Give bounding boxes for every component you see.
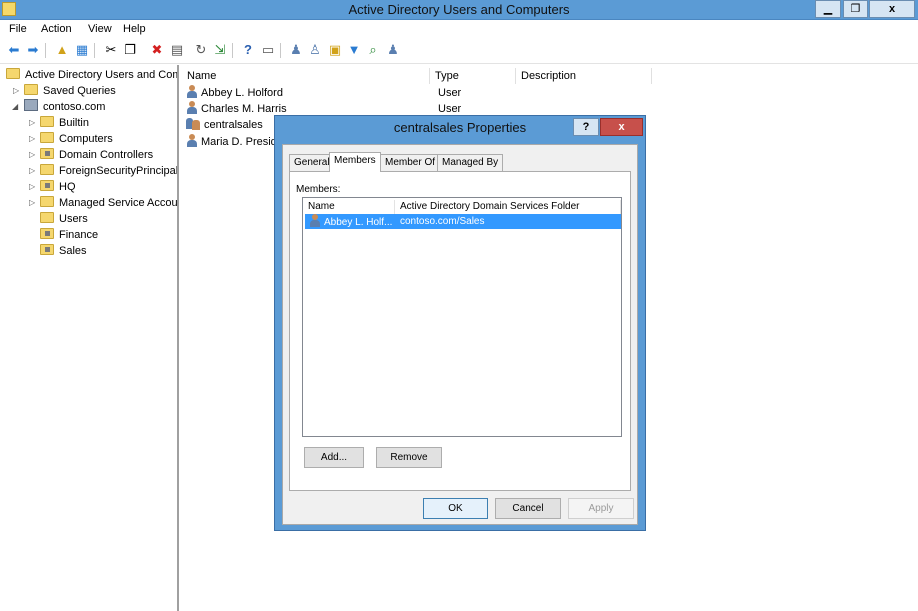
expander-icon[interactable]: ▷ xyxy=(13,83,23,99)
folder-icon xyxy=(40,196,54,207)
properties-dialog: centralsales Properties ? x General Memb… xyxy=(274,115,646,531)
delete-icon[interactable]: ✖ xyxy=(149,42,165,58)
cut-icon[interactable]: ✂ xyxy=(103,42,119,58)
copy-icon[interactable]: ❐ xyxy=(122,42,138,58)
ou-icon xyxy=(40,148,54,159)
up-icon[interactable]: ▲ xyxy=(54,42,70,58)
properties-icon[interactable]: ▤ xyxy=(169,42,185,58)
folder-icon xyxy=(40,132,54,143)
list-item[interactable]: Maria D. Preside xyxy=(186,134,283,151)
cancel-button[interactable]: Cancel xyxy=(495,498,561,519)
export-icon[interactable]: ⇲ xyxy=(212,42,228,58)
find-icon[interactable]: ⌕ xyxy=(365,42,381,58)
menu-help[interactable]: Help xyxy=(123,23,146,35)
folder-icon xyxy=(40,212,54,223)
members-column-name[interactable]: Name xyxy=(303,200,395,214)
new-ou-icon[interactable]: ▣ xyxy=(327,42,343,58)
domain-icon xyxy=(24,99,38,111)
back-icon[interactable]: ⬅ xyxy=(6,42,22,58)
tree-item-sales[interactable]: Sales xyxy=(0,243,87,259)
tab-managed-by[interactable]: Managed By xyxy=(437,154,504,171)
folder-icon xyxy=(40,116,54,127)
tree-item-managed-service-accounts[interactable]: ▷ Managed Service Accour xyxy=(0,195,177,211)
forward-icon[interactable]: ➡ xyxy=(25,42,41,58)
help-icon[interactable]: ? xyxy=(240,42,256,58)
tree-item-computers[interactable]: ▷ Computers xyxy=(0,131,113,147)
ou-icon xyxy=(40,228,54,239)
add-button[interactable]: Add... xyxy=(304,447,364,468)
column-header-description[interactable]: Description xyxy=(516,68,652,84)
show-hide-tree-icon[interactable]: ▦ xyxy=(74,42,90,58)
window-title: Active Directory Users and Computers xyxy=(348,2,570,17)
menu-action[interactable]: Action xyxy=(41,23,72,35)
ou-icon xyxy=(40,180,54,191)
column-header-type[interactable]: Type xyxy=(430,68,516,84)
user-icon xyxy=(186,101,197,114)
list-item[interactable]: Abbey L. Holford User xyxy=(186,85,461,102)
user-icon xyxy=(309,214,320,227)
title-bar: Active Directory Users and Computers ▁ ❐… xyxy=(0,0,918,20)
dialog-body: General Members Member Of Managed By Mem… xyxy=(282,144,638,525)
minimize-button[interactable]: ▁ xyxy=(815,0,841,18)
list-item[interactable]: centralsales xyxy=(186,117,263,134)
tree-item-hq[interactable]: ▷ HQ xyxy=(0,179,76,195)
tree-item-users[interactable]: Users xyxy=(0,211,88,227)
help-button[interactable]: ? xyxy=(573,118,599,136)
tab-members[interactable]: Members xyxy=(329,152,381,172)
members-label: Members: xyxy=(296,184,341,195)
tree-item-saved-queries[interactable]: ▷ Saved Queries xyxy=(0,83,116,99)
new-user-icon[interactable]: ♟ xyxy=(288,42,304,58)
tree-item-contoso[interactable]: ◢ contoso.com xyxy=(0,99,105,115)
expander-icon[interactable]: ▷ xyxy=(29,131,39,147)
toolbar: ⬅ ➡ ▲ ▦ ✂ ❐ ✖ ▤ ↻ ⇲ ? ▭ ♟ ♙ ▣ ▼ ⌕ ♟ xyxy=(0,38,918,64)
ok-button[interactable]: OK xyxy=(423,498,488,519)
tab-member-of[interactable]: Member Of xyxy=(380,154,441,171)
expander-icon[interactable]: ▷ xyxy=(29,147,39,163)
folder-icon xyxy=(24,84,38,95)
apply-button[interactable]: Apply xyxy=(568,498,634,519)
list-item[interactable]: Charles M. Harris User xyxy=(186,101,461,118)
group-icon xyxy=(186,117,201,130)
member-row[interactable]: Abbey L. Holf... contoso.com/Sales xyxy=(305,214,621,229)
collapser-icon[interactable]: ◢ xyxy=(12,99,22,115)
tree-item-finance[interactable]: Finance xyxy=(0,227,98,243)
dialog-close-button[interactable]: x xyxy=(600,118,643,136)
new-group-icon[interactable]: ♙ xyxy=(307,42,323,58)
refresh-icon[interactable]: ↻ xyxy=(193,42,209,58)
snapin-icon xyxy=(6,68,20,79)
column-header-name[interactable]: Name xyxy=(182,68,430,84)
console-icon[interactable]: ▭ xyxy=(260,42,276,58)
menu-file[interactable]: File xyxy=(9,23,27,35)
user-icon xyxy=(186,134,197,147)
console-tree[interactable]: Active Directory Users and Com ▷ Saved Q… xyxy=(0,65,178,611)
ou-icon xyxy=(40,244,54,255)
menu-bar: File Action View Help xyxy=(0,20,918,38)
folder-icon xyxy=(40,164,54,175)
members-list[interactable]: Name Active Directory Domain Services Fo… xyxy=(302,197,622,437)
close-button[interactable]: x xyxy=(869,0,915,18)
remove-button[interactable]: Remove xyxy=(376,447,442,468)
tree-root[interactable]: Active Directory Users and Com xyxy=(6,67,177,83)
tree-item-foreign-security-principals[interactable]: ▷ ForeignSecurityPrincipals xyxy=(0,163,177,179)
menu-view[interactable]: View xyxy=(88,23,112,35)
tab-general[interactable]: General xyxy=(289,154,335,171)
members-column-folder[interactable]: Active Directory Domain Services Folder xyxy=(395,200,621,214)
expander-icon[interactable]: ▷ xyxy=(29,195,39,211)
filter-icon[interactable]: ▼ xyxy=(346,42,362,58)
expander-icon[interactable]: ▷ xyxy=(29,115,39,131)
user-icon xyxy=(186,85,197,98)
expander-icon[interactable]: ▷ xyxy=(29,179,39,195)
add-to-group-icon[interactable]: ♟ xyxy=(385,42,401,58)
tree-item-domain-controllers[interactable]: ▷ Domain Controllers xyxy=(0,147,153,163)
restore-button[interactable]: ❐ xyxy=(843,0,868,18)
expander-icon[interactable]: ▷ xyxy=(29,163,39,179)
tree-item-builtin[interactable]: ▷ Builtin xyxy=(0,115,89,131)
